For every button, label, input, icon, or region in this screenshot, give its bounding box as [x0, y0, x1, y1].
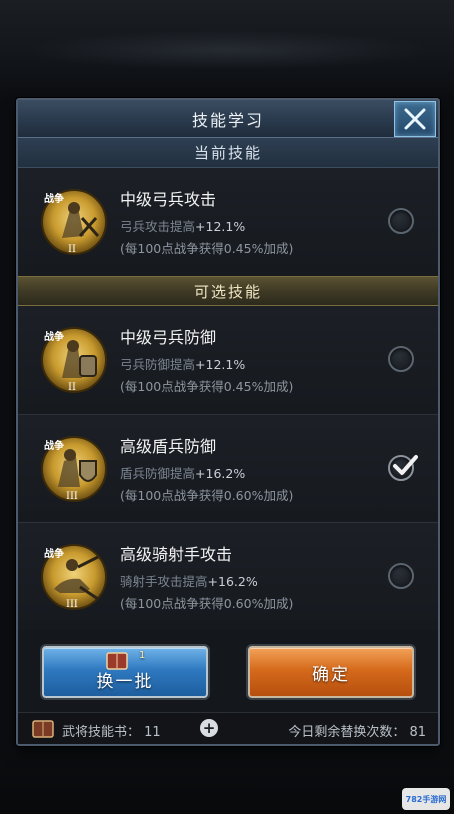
skill-select-radio[interactable]	[388, 563, 414, 589]
dialog-title: 技能学习	[191, 110, 264, 130]
skill-bonus-note: (每100点战争获得0.45%加成)	[120, 379, 294, 394]
skill-select-radio[interactable]	[388, 208, 414, 234]
optional-skill-row[interactable]: 战争 III 高级骑射手攻击 骑射手攻击提高+16.2% (每100点战争获得0…	[18, 522, 438, 630]
background-bottom	[0, 750, 454, 814]
skill-bonus-note: (每100点战争获得0.60%加成)	[120, 596, 294, 611]
blurred-background-ui	[20, 30, 434, 70]
skill-effect: 弓兵防御提高+12.1%	[120, 357, 246, 372]
refresh-label: 换一批	[96, 671, 154, 692]
dialog-footer: 武将技能书： 11 + 今日剩余替换次数： 81	[18, 712, 438, 744]
skill-name: 中级弓兵攻击	[120, 190, 217, 209]
skill-badge: 战争	[44, 330, 64, 343]
skill-effect: 骑射手攻击提高+16.2%	[120, 574, 258, 589]
skill-books-count: 武将技能书： 11	[62, 725, 161, 740]
background-top	[0, 0, 454, 100]
current-skill-header: 当前技能	[18, 138, 438, 168]
add-books-button[interactable]: +	[200, 719, 218, 737]
skill-name: 高级盾兵防御	[120, 437, 217, 456]
skill-name: 高级骑射手攻击	[120, 545, 233, 564]
skill-rank: III	[66, 599, 78, 610]
checkmark-icon	[393, 455, 418, 475]
site-watermark-logo: 782手游网	[402, 788, 450, 810]
confirm-label: 确定	[312, 664, 350, 685]
archer-attack-skill-icon: 战争 II	[41, 189, 107, 255]
shield-defense-skill-icon: 战争 III	[41, 436, 107, 502]
skill-book-icon	[32, 720, 54, 738]
skill-badge: 战争	[44, 192, 64, 205]
skill-name: 中级弓兵防御	[120, 328, 217, 347]
skill-learning-dialog: 技能学习 当前技能 战争 II 中级弓兵攻击 弓兵攻击提高+12.1% (每10…	[16, 98, 440, 746]
skill-rank: III	[66, 491, 78, 502]
optional-skills-header: 可选技能	[18, 276, 438, 306]
skill-bonus-note: (每100点战争获得0.45%加成)	[120, 241, 294, 256]
skill-bonus-note: (每100点战争获得0.60%加成)	[120, 488, 294, 503]
refresh-cost: 1	[139, 650, 148, 661]
horse-archer-attack-skill-icon: 战争 III	[41, 544, 107, 610]
skill-select-radio-checked[interactable]	[388, 455, 418, 481]
close-x-icon	[404, 108, 426, 130]
remaining-swaps: 今日剩余替换次数： 81	[288, 725, 426, 740]
dialog-title-bar: 技能学习	[18, 100, 438, 138]
close-button[interactable]	[394, 101, 436, 137]
skill-badge: 战争	[44, 547, 64, 560]
skill-select-radio[interactable]	[388, 346, 414, 372]
optional-skill-row[interactable]: 战争 III 高级盾兵防御 盾兵防御提高+16.2% (每100点战争获得0.6…	[18, 414, 438, 522]
skill-rank: II	[68, 382, 76, 393]
skill-rank: II	[68, 244, 76, 255]
current-skill-row: 战争 II 中级弓兵攻击 弓兵攻击提高+12.1% (每100点战争获得0.45…	[18, 168, 438, 276]
confirm-button[interactable]: 确定	[248, 646, 414, 698]
optional-skill-row[interactable]: 战争 II 中级弓兵防御 弓兵防御提高+12.1% (每100点战争获得0.45…	[18, 306, 438, 414]
skill-effect: 盾兵防御提高+16.2%	[120, 466, 246, 481]
archer-defense-skill-icon: 战争 II	[41, 327, 107, 393]
skill-book-icon	[106, 652, 128, 670]
refresh-skills-button[interactable]: 1 换一批	[42, 646, 208, 698]
skill-effect: 弓兵攻击提高+12.1%	[120, 219, 246, 234]
skill-badge: 战争	[44, 439, 64, 452]
watermark-text: 782手游网	[405, 794, 447, 804]
